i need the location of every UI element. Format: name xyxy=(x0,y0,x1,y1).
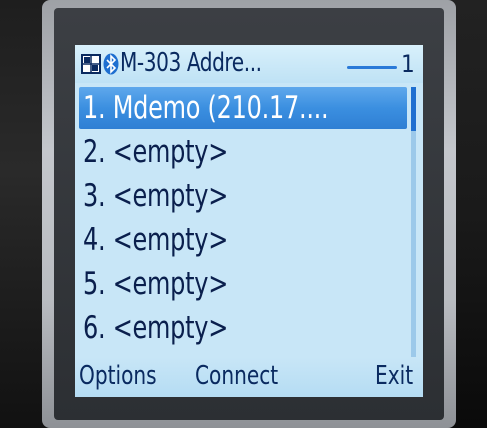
options-softkey[interactable]: Options xyxy=(79,361,157,391)
list-item-3[interactable]: 3. <empty> xyxy=(79,175,407,217)
softkey-bar: Options Connect Exit xyxy=(75,357,423,397)
list-item-label: 4. <empty> xyxy=(83,222,229,258)
list-item-5[interactable]: 5. <empty> xyxy=(79,263,407,305)
phone-screen: M-303 Addre... 1 1. Mdemo (210.17.... 2.… xyxy=(75,45,423,397)
list-item-2[interactable]: 2. <empty> xyxy=(79,131,407,173)
list-item-1[interactable]: 1. Mdemo (210.17.... xyxy=(79,87,407,129)
list-item-label: 3. <empty> xyxy=(83,178,229,214)
exit-softkey[interactable]: Exit xyxy=(375,361,413,391)
app-grid-icon xyxy=(81,54,101,74)
title-separator-line xyxy=(347,66,397,69)
list-scrollbar[interactable] xyxy=(411,87,416,357)
list-item-4[interactable]: 4. <empty> xyxy=(79,219,407,261)
list-index-indicator: 1 xyxy=(401,50,415,78)
window-title: M-303 Addre... xyxy=(120,48,262,78)
connect-softkey[interactable]: Connect xyxy=(195,361,278,391)
scrollbar-thumb[interactable] xyxy=(411,87,416,131)
list-item-6[interactable]: 6. <empty> xyxy=(79,307,407,349)
title-bar: M-303 Addre... 1 xyxy=(75,45,423,83)
list-item-label: 1. Mdemo (210.17.... xyxy=(83,90,329,126)
photo-background: M-303 Addre... 1 1. Mdemo (210.17.... 2.… xyxy=(0,0,487,428)
list-item-label: 2. <empty> xyxy=(83,134,229,170)
bluetooth-icon xyxy=(103,53,119,75)
list-item-label: 5. <empty> xyxy=(83,266,229,302)
list-item-label: 6. <empty> xyxy=(83,310,229,346)
